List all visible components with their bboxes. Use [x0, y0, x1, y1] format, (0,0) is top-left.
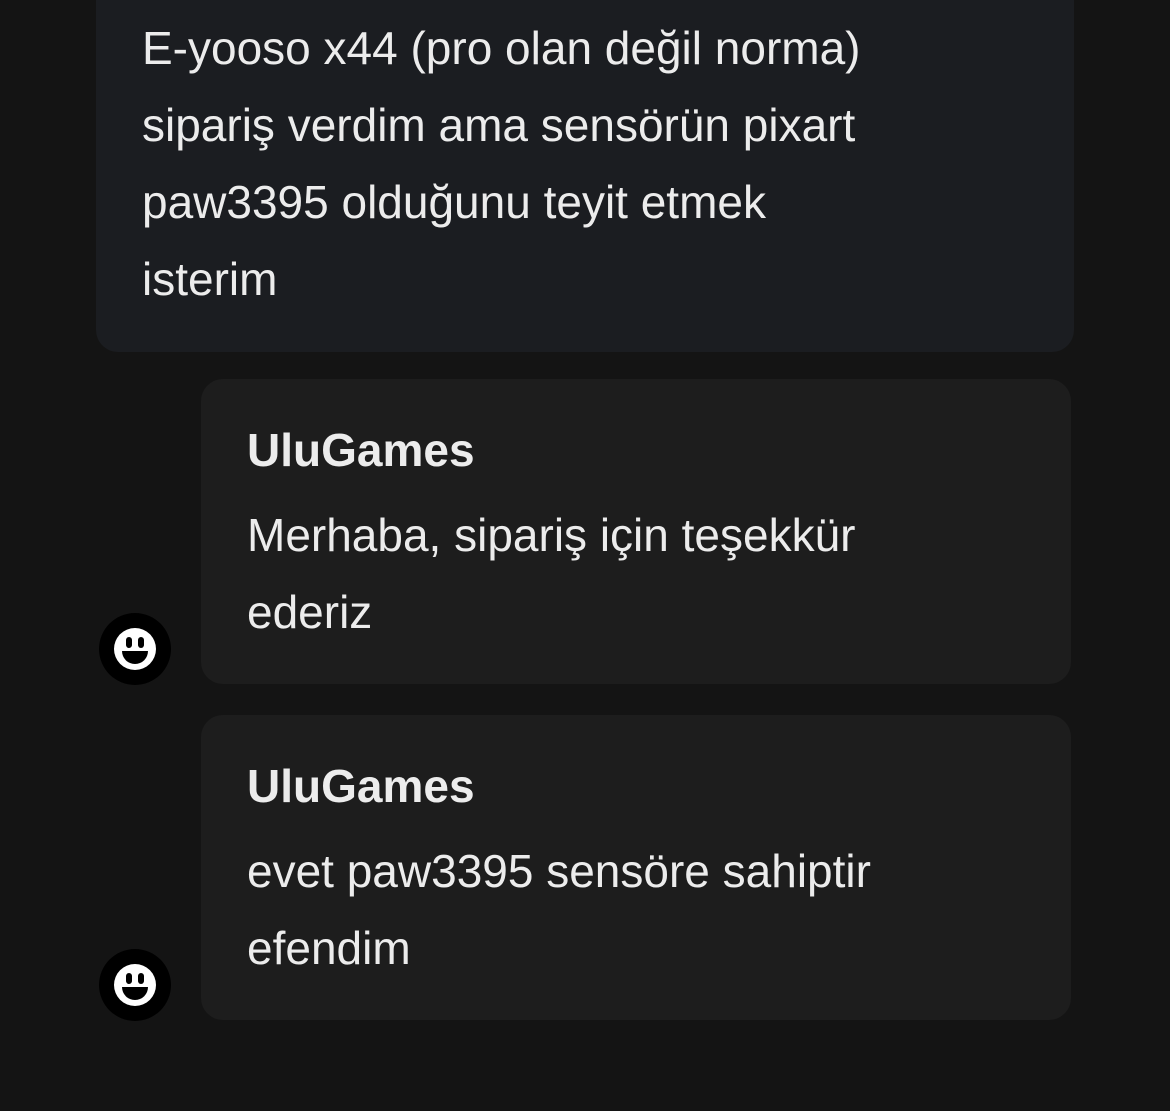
smiley-face-icon-graphic: [114, 964, 156, 1006]
smiley-face-icon: [99, 613, 171, 685]
smiley-face-icon: [99, 949, 171, 1021]
seller-reply-bubble: UluGames evet paw3395 sensöre sahiptir e…: [201, 715, 1071, 1020]
customer-message-bubble: E-yooso x44 (pro olan değil norma) sipar…: [96, 0, 1074, 352]
reply-sender-name: UluGames: [247, 424, 475, 476]
seller-reply-bubble: UluGames Merhaba, sipariş için teşekkür …: [201, 379, 1071, 684]
smiley-face-icon-graphic: [114, 628, 156, 670]
customer-message-text: E-yooso x44 (pro olan değil norma) sipar…: [142, 22, 861, 305]
reply-sender-name: UluGames: [247, 760, 475, 812]
reply-message-text: evet paw3395 sensöre sahiptir efendim: [247, 845, 871, 974]
reply-message-text: Merhaba, sipariş için teşekkür ederiz: [247, 509, 856, 638]
